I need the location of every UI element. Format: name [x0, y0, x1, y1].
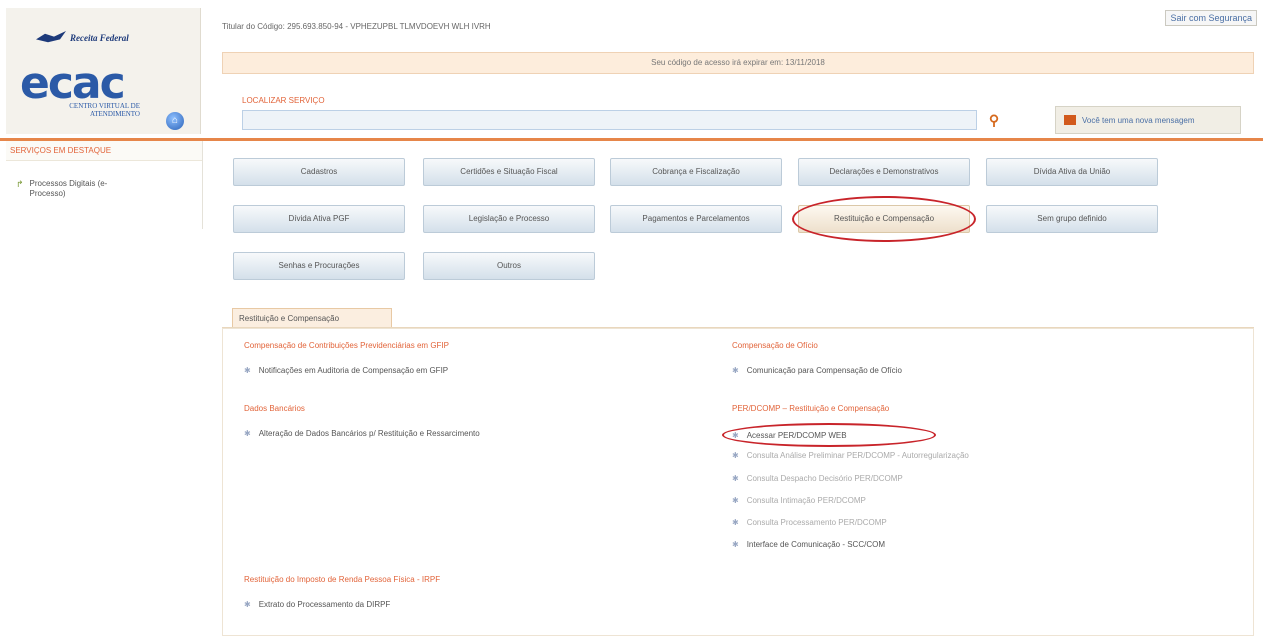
link-intimacao[interactable]: ✱ Consulta Intimação PER/DCOMP — [732, 496, 866, 505]
category-senhas[interactable]: Senhas e Procurações — [233, 252, 405, 280]
link-gfip-notificacoes[interactable]: ✱ Notificações em Auditoria de Compensaç… — [244, 366, 448, 375]
safe-exit-button[interactable]: Sair com Segurança — [1165, 10, 1257, 26]
category-cadastros[interactable]: Cadastros — [233, 158, 405, 186]
bullet-icon: ✱ — [732, 518, 739, 527]
new-message-label: Você tem uma nova mensagem — [1082, 115, 1195, 125]
bullet-icon: ✱ — [732, 451, 739, 460]
link-label: Interface de Comunicação - SCC/COM — [746, 540, 885, 549]
group-title-bank: Dados Bancários — [244, 404, 305, 413]
link-analise-preliminar[interactable]: ✱ Consulta Análise Preliminar PER/DCOMP … — [732, 451, 969, 460]
link-extrato-dirpf[interactable]: ✱ Extrato do Processamento da DIRPF — [244, 600, 390, 609]
group-title-irpf: Restituição do Imposto de Renda Pessoa F… — [244, 575, 441, 584]
category-declaracoes[interactable]: Declarações e Demonstrativos — [798, 158, 970, 186]
ecac-logo[interactable]: ecac CENTRO VIRTUAL DE ATENDIMENTO — [20, 58, 140, 119]
group-title-perdcomp: PER/DCOMP – Restituição e Compensação — [732, 404, 890, 413]
receita-federal-text: Receita Federal — [70, 33, 129, 43]
search-label: LOCALIZAR SERVIÇO — [242, 96, 325, 105]
category-divida-pgf[interactable]: Dívida Ativa PGF — [233, 205, 405, 233]
category-cobranca[interactable]: Cobrança e Fiscalização — [610, 158, 782, 186]
bullet-icon: ✱ — [732, 496, 739, 505]
link-label: Consulta Despacho Decisório PER/DCOMP — [746, 474, 903, 483]
link-interface-sccom[interactable]: ✱ Interface de Comunicação - SCC/COM — [732, 540, 885, 549]
sidebar-title: SERVIÇOS EM DESTAQUE — [6, 141, 202, 161]
link-label: Comunicação para Compensação de Ofício — [746, 366, 902, 375]
titular-info: Titular do Código: 295.693.850-94 - VPHE… — [222, 22, 491, 31]
arrow-icon: ↱ — [16, 179, 24, 189]
sidebar: SERVIÇOS EM DESTAQUE ↱ Processos Digitai… — [6, 141, 203, 229]
receita-federal-logo[interactable]: Receita Federal — [36, 28, 136, 48]
sidebar-item-label: Processos Digitais (e-Processo) — [29, 179, 108, 198]
link-label: Alteração de Dados Bancários p/ Restitui… — [258, 429, 480, 438]
link-label: Consulta Intimação PER/DCOMP — [746, 496, 866, 505]
category-pagamentos[interactable]: Pagamentos e Parcelamentos — [610, 205, 782, 233]
group-title-oficio: Compensação de Ofício — [732, 341, 818, 350]
bullet-icon: ✱ — [732, 366, 739, 375]
search-icon[interactable]: ⚲ — [985, 111, 1003, 129]
logo-block: Receita Federal ecac CENTRO VIRTUAL DE A… — [6, 8, 201, 134]
bullet-icon: ✱ — [732, 474, 739, 483]
category-divida-uniao[interactable]: Dívida Ativa da União — [986, 158, 1158, 186]
sidebar-item-eprocesso[interactable]: ↱ Processos Digitais (e-Processo) — [16, 179, 140, 199]
link-label: Consulta Processamento PER/DCOMP — [746, 518, 887, 527]
receita-bird-icon — [36, 31, 66, 43]
bullet-icon: ✱ — [244, 600, 251, 609]
link-comunicacao-oficio[interactable]: ✱ Comunicação para Compensação de Ofício — [732, 366, 902, 375]
search-input[interactable] — [242, 110, 977, 130]
ecac-wordmark: ecac — [20, 58, 126, 109]
category-certidoes[interactable]: Certidões e Situação Fiscal — [423, 158, 595, 186]
bullet-icon: ✱ — [732, 540, 739, 549]
bullet-icon: ✱ — [244, 366, 251, 375]
header: Receita Federal ecac CENTRO VIRTUAL DE A… — [0, 0, 1263, 140]
category-legislacao[interactable]: Legislação e Processo — [423, 205, 595, 233]
section-tab[interactable]: Restituição e Compensação — [232, 308, 392, 328]
category-outros[interactable]: Outros — [423, 252, 595, 280]
link-label: Consulta Análise Preliminar PER/DCOMP - … — [746, 451, 969, 460]
link-dados-bancarios[interactable]: ✱ Alteração de Dados Bancários p/ Restit… — [244, 429, 480, 438]
bullet-icon: ✱ — [244, 429, 251, 438]
link-label: Extrato do Processamento da DIRPF — [258, 600, 391, 609]
mail-icon — [1064, 115, 1076, 125]
highlight-ellipse-category — [792, 196, 976, 242]
category-sem-grupo[interactable]: Sem grupo definido — [986, 205, 1158, 233]
home-icon[interactable]: ⌂ — [166, 112, 184, 130]
link-label: Notificações em Auditoria de Compensação… — [258, 366, 449, 375]
link-despacho-decisorio[interactable]: ✱ Consulta Despacho Decisório PER/DCOMP — [732, 474, 903, 483]
highlight-ellipse-perdcomp — [722, 423, 936, 447]
group-title-gfip: Compensação de Contribuições Previdenciá… — [244, 341, 449, 350]
link-processamento[interactable]: ✱ Consulta Processamento PER/DCOMP — [732, 518, 887, 527]
new-message-button[interactable]: Você tem uma nova mensagem — [1055, 106, 1241, 134]
expire-notice: Seu código de acesso irá expirar em: 13/… — [222, 52, 1254, 74]
